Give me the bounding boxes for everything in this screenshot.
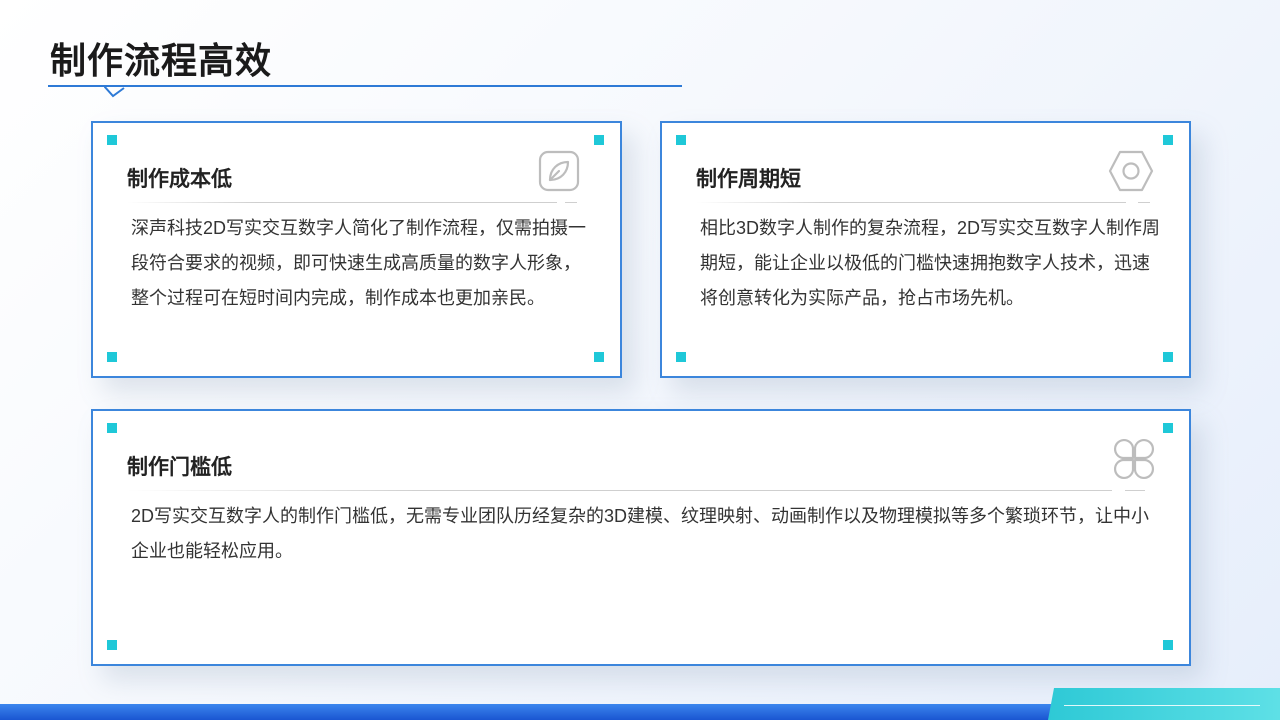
- corner-marker: [107, 423, 117, 433]
- corner-marker: [1163, 352, 1173, 362]
- card-threshold: 制作门槛低 2D写实交互数字人的制作门槛低，无需专业团队历经复杂的3D建模、纹理…: [91, 409, 1191, 666]
- page-title: 制作流程高效: [50, 40, 273, 81]
- corner-marker: [107, 135, 117, 145]
- bottom-decor-tab: [1048, 688, 1280, 720]
- corner-marker: [1163, 423, 1173, 433]
- card-cycle: 制作周期短 相比3D数字人制作的复杂流程，2D写实交互数字人制作周期短，能让企业…: [660, 121, 1191, 378]
- hex-nut-icon: [1108, 150, 1154, 192]
- clover-icon: [1114, 439, 1154, 479]
- corner-marker: [1163, 135, 1173, 145]
- card-divider: [127, 202, 557, 203]
- bottom-decor-line: [1064, 705, 1260, 706]
- corner-marker: [594, 135, 604, 145]
- card-body: 深声科技2D写实交互数字人简化了制作流程，仅需拍摄一段符合要求的视频，即可快速生…: [131, 218, 587, 308]
- card-title: 制作门槛低: [127, 456, 232, 479]
- leaf-icon: [538, 150, 580, 192]
- corner-marker: [676, 135, 686, 145]
- corner-marker: [1163, 640, 1173, 650]
- card-cost: 制作成本低 深声科技2D写实交互数字人简化了制作流程，仅需拍摄一段符合要求的视频…: [91, 121, 622, 378]
- card-body: 2D写实交互数字人的制作门槛低，无需专业团队历经复杂的3D建模、纹理映射、动画制…: [131, 506, 1150, 561]
- card-divider-tail: [1138, 202, 1150, 203]
- corner-marker: [676, 352, 686, 362]
- card-title: 制作成本低: [127, 168, 232, 191]
- corner-marker: [107, 352, 117, 362]
- title-underline-notch: [104, 86, 125, 98]
- card-divider: [127, 490, 1112, 491]
- corner-marker: [107, 640, 117, 650]
- card-divider-tail: [1125, 490, 1145, 491]
- corner-marker: [594, 352, 604, 362]
- card-divider: [696, 202, 1126, 203]
- card-title: 制作周期短: [696, 168, 801, 191]
- card-body: 相比3D数字人制作的复杂流程，2D写实交互数字人制作周期短，能让企业以极低的门槛…: [700, 218, 1161, 308]
- card-divider-tail: [565, 202, 577, 203]
- title-underline: [48, 85, 682, 87]
